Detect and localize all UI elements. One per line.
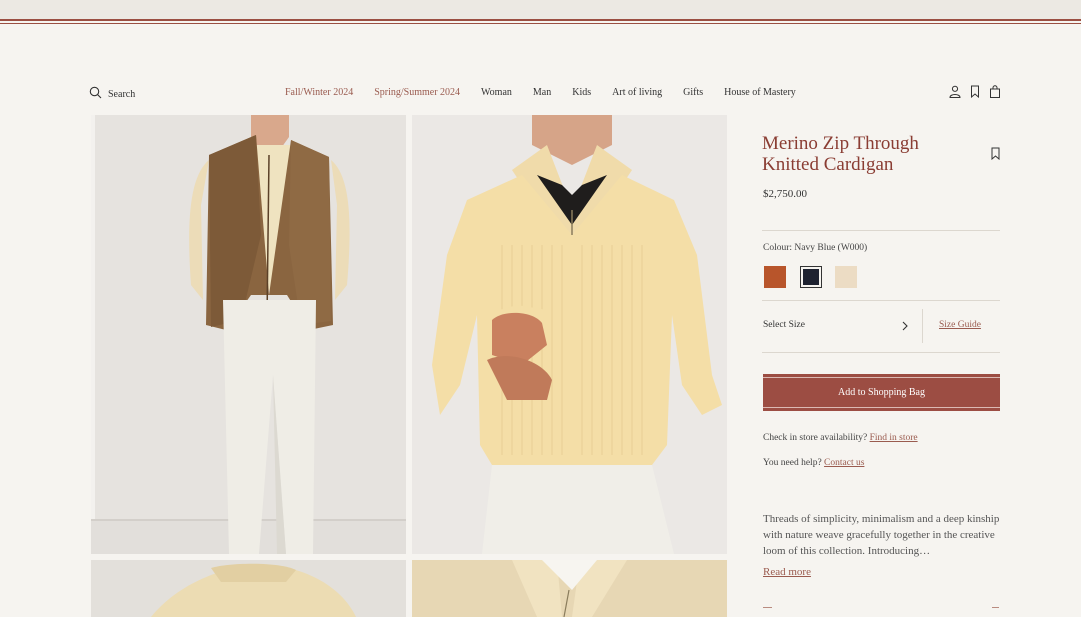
colour-selection: Colour: Navy Blue (W000) [763, 243, 867, 253]
bottom-divider-gap [772, 607, 992, 608]
nav-fall-winter-2024[interactable]: Fall/Winter 2024 [285, 87, 353, 98]
product-photo-sweater-front[interactable] [412, 115, 727, 554]
product-photo-back-detail[interactable] [91, 560, 406, 617]
help-line: You need help? Contact us [763, 458, 864, 468]
add-to-bag-button[interactable]: Add to Shopping Bag [763, 374, 1000, 411]
divider [762, 230, 1000, 231]
colour-value: Navy Blue (W000) [794, 243, 868, 253]
shopping-bag-icon[interactable] [989, 85, 1001, 98]
product-photo-vest-front[interactable] [91, 115, 406, 554]
nav-spring-summer-2024[interactable]: Spring/Summer 2024 [374, 87, 460, 98]
product-photo-collar-detail[interactable] [412, 560, 727, 617]
read-more-link[interactable]: Read more [763, 566, 811, 578]
wishlist-bookmark-icon[interactable] [990, 147, 1001, 160]
colour-swatch-cream[interactable] [835, 266, 857, 288]
contact-us-link[interactable]: Contact us [824, 458, 864, 468]
select-size-dropdown[interactable]: Select Size [763, 320, 805, 330]
header-actions [949, 85, 1001, 98]
search-icon [89, 86, 102, 102]
main-nav: Fall/Winter 2024 Spring/Summer 2024 Woma… [285, 87, 817, 98]
nav-kids[interactable]: Kids [572, 87, 591, 98]
store-availability-line: Check in store availability? Find in sto… [763, 433, 918, 443]
size-row-separator [922, 309, 923, 343]
store-availability-text: Check in store availability? [763, 433, 868, 443]
product-description: Threads of simplicity, minimalism and a … [763, 513, 1000, 557]
find-in-store-link[interactable]: Find in store [870, 433, 918, 443]
search-label: Search [108, 88, 136, 100]
nav-man[interactable]: Man [533, 87, 551, 98]
chevron-right-icon[interactable] [901, 321, 909, 331]
nav-woman[interactable]: Woman [481, 87, 512, 98]
help-text: You need help? [763, 458, 822, 468]
search-button[interactable]: Search [89, 86, 135, 102]
nav-art-of-living[interactable]: Art of living [612, 87, 662, 98]
size-guide-link[interactable]: Size Guide [939, 320, 981, 330]
product-title: Merino Zip Through Knitted Cardigan [762, 133, 919, 175]
nav-house-of-mastery[interactable]: House of Mastery [724, 87, 796, 98]
colour-swatch-navy-selected[interactable] [800, 266, 822, 288]
colour-swatch-rust[interactable] [764, 266, 786, 288]
nav-gifts[interactable]: Gifts [683, 87, 703, 98]
colour-label: Colour: [763, 243, 793, 253]
top-bar [0, 0, 1081, 19]
bookmark-icon[interactable] [969, 85, 981, 98]
divider [762, 300, 1000, 301]
account-icon[interactable] [949, 85, 961, 98]
divider [762, 352, 1000, 353]
product-price: $2,750.00 [763, 188, 807, 200]
header-stripe-thin [0, 23, 1081, 24]
header-stripe [0, 19, 1081, 21]
